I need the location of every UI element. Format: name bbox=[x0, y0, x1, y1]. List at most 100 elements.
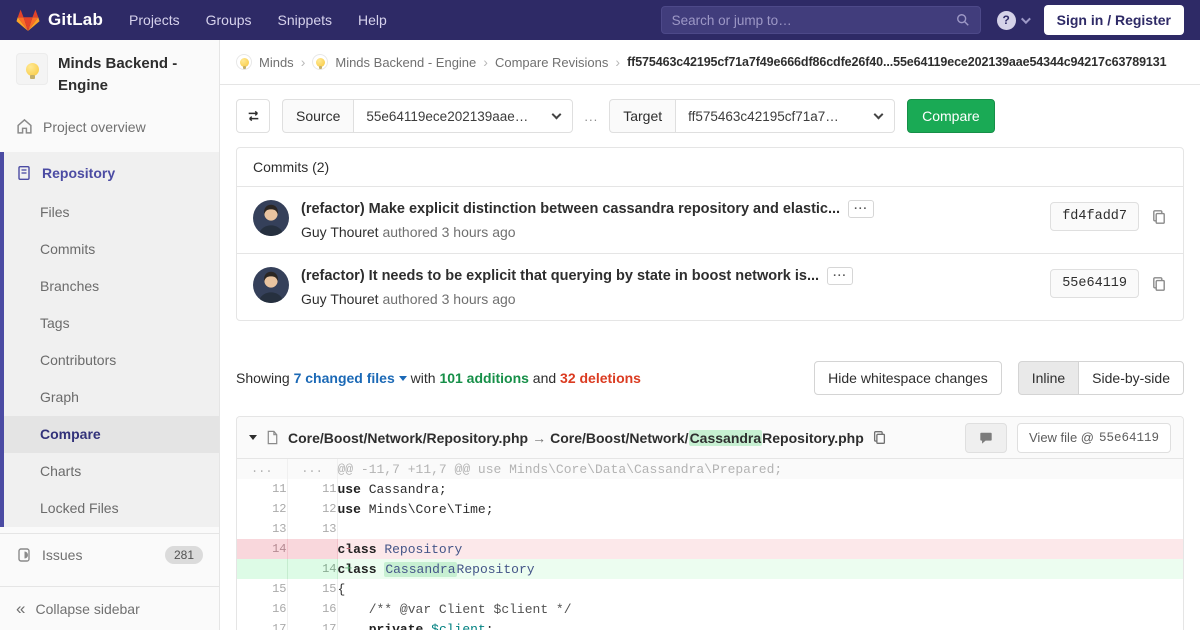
collapse-sidebar-button[interactable]: « Collapse sidebar bbox=[0, 586, 219, 630]
avatar bbox=[253, 200, 289, 236]
sidebar-item-project-overview[interactable]: Project overview bbox=[0, 107, 219, 147]
collapse-diff-caret-icon[interactable] bbox=[249, 435, 257, 440]
nav-help[interactable]: Help bbox=[358, 12, 387, 28]
source-label: Source bbox=[282, 99, 354, 133]
nav-projects[interactable]: Projects bbox=[129, 12, 180, 28]
sidebar-item-tags[interactable]: Tags bbox=[4, 305, 219, 342]
target-group: Target ff575463c42195cf71a7… bbox=[609, 99, 896, 133]
search-input[interactable] bbox=[671, 12, 956, 28]
comment-bubble-icon bbox=[980, 432, 992, 444]
user-photo bbox=[253, 200, 289, 236]
new-line-number[interactable]: 16 bbox=[287, 599, 338, 619]
diff-hunk-row: ... ... @@ -11,7 +11,7 @@ use Minds\Core… bbox=[237, 459, 1183, 479]
breadcrumb: Minds › Minds Backend - Engine › Compare… bbox=[220, 40, 1200, 85]
changed-files-dropdown[interactable]: 7 changed files bbox=[294, 370, 395, 386]
diff-line: 11 11 use Cassandra; bbox=[237, 479, 1183, 499]
breadcrumb-separator: › bbox=[300, 54, 306, 70]
diff-view-toggle: Inline Side-by-side bbox=[1017, 361, 1184, 395]
file-icon bbox=[267, 430, 278, 445]
sidebar-item-compare[interactable]: Compare bbox=[4, 415, 219, 453]
new-line-number[interactable]: 15 bbox=[287, 579, 338, 599]
source-ref-dropdown[interactable]: 55e64119ece202139aae… bbox=[353, 99, 574, 133]
copy-sha-button[interactable] bbox=[1151, 276, 1167, 292]
diff-code-table: ... ... @@ -11,7 +11,7 @@ use Minds\Core… bbox=[237, 459, 1183, 630]
sidebar-item-branches[interactable]: Branches bbox=[4, 268, 219, 305]
and-label: and bbox=[532, 370, 557, 386]
commit-sha-label[interactable]: fd4fadd7 bbox=[1050, 202, 1139, 231]
sidebar-item-commits[interactable]: Commits bbox=[4, 231, 219, 268]
old-line-number[interactable]: 14 bbox=[237, 539, 288, 559]
old-line-number[interactable]: 12 bbox=[237, 499, 288, 519]
new-line-number[interactable]: 12 bbox=[287, 499, 338, 519]
toggle-comments-button[interactable] bbox=[965, 422, 1007, 453]
sidebar-item-repository[interactable]: Repository bbox=[4, 152, 219, 194]
global-search[interactable] bbox=[660, 6, 981, 34]
help-dropdown[interactable]: ? bbox=[996, 10, 1031, 30]
new-line-number[interactable]: ... bbox=[287, 459, 338, 479]
gitlab-wordmark: GitLab bbox=[48, 10, 104, 29]
commit-title-link[interactable]: (refactor) Make explicit distinction bet… bbox=[301, 201, 840, 217]
file-diff-header: Core/Boost/Network/Repository.php → Core/B… bbox=[237, 417, 1183, 459]
new-line-number[interactable] bbox=[287, 539, 338, 559]
swap-revisions-button[interactable] bbox=[236, 99, 270, 133]
hide-whitespace-button[interactable]: Hide whitespace changes bbox=[814, 361, 1002, 395]
breadcrumb-page[interactable]: Compare Revisions bbox=[495, 55, 608, 70]
old-line-number[interactable]: 16 bbox=[237, 599, 288, 619]
sidebar-item-graph[interactable]: Graph bbox=[4, 379, 219, 416]
with-label: with bbox=[410, 370, 436, 386]
commit-author-link[interactable]: Guy Thouret bbox=[301, 224, 379, 240]
copy-sha-button[interactable] bbox=[1151, 209, 1167, 225]
new-line-number[interactable]: 11 bbox=[287, 479, 338, 499]
sidebar-item-contributors[interactable]: Contributors bbox=[4, 342, 219, 379]
old-line-number[interactable]: 15 bbox=[237, 579, 288, 599]
caret-down-icon bbox=[398, 375, 407, 381]
target-ref-dropdown[interactable]: ff575463c42195cf71a7… bbox=[675, 99, 896, 133]
commit-author-link[interactable]: Guy Thouret bbox=[301, 291, 379, 307]
inline-view-button[interactable]: Inline bbox=[1017, 361, 1080, 395]
old-line-number[interactable]: 13 bbox=[237, 519, 288, 539]
breadcrumb-project[interactable]: Minds Backend - Engine bbox=[335, 55, 476, 70]
sign-in-button[interactable]: Sign in / Register bbox=[1043, 5, 1184, 35]
new-line-number[interactable]: 13 bbox=[287, 519, 338, 539]
gitlab-logo[interactable]: GitLab bbox=[16, 9, 103, 32]
old-line-number[interactable]: 11 bbox=[237, 479, 288, 499]
breadcrumb-separator: › bbox=[615, 54, 621, 70]
old-line-number[interactable]: ... bbox=[237, 459, 288, 479]
code-line: /** @var Client $client */ bbox=[337, 601, 572, 617]
nav-groups[interactable]: Groups bbox=[206, 12, 252, 28]
old-line-number[interactable]: 17 bbox=[237, 619, 288, 630]
view-file-button[interactable]: View file @ 55e64119 bbox=[1017, 422, 1171, 453]
chevron-down-icon bbox=[1020, 13, 1031, 24]
compare-button[interactable]: Compare bbox=[907, 99, 995, 133]
diff-line-removed: 14 - class Repository bbox=[237, 539, 1183, 559]
side-by-side-view-button[interactable]: Side-by-side bbox=[1078, 361, 1184, 395]
chevron-down-icon bbox=[551, 109, 562, 120]
swap-arrows-icon bbox=[248, 110, 258, 122]
collapse-icon: « bbox=[16, 598, 26, 618]
sidebar-item-issues[interactable]: Issues 281 bbox=[0, 534, 219, 576]
sidebar-project-link[interactable]: Minds Backend - Engine bbox=[0, 40, 219, 107]
commit-expand-button[interactable]: ··· bbox=[827, 267, 854, 285]
lightbulb-icon bbox=[315, 57, 325, 69]
form-separator: ... bbox=[584, 108, 599, 124]
new-line-number[interactable]: 17 bbox=[287, 619, 338, 630]
old-line-number[interactable] bbox=[237, 559, 288, 579]
issues-count-badge: 281 bbox=[164, 545, 203, 564]
sidebar-item-locked-files[interactable]: Locked Files bbox=[4, 490, 219, 527]
copy-icon bbox=[1153, 276, 1165, 291]
copy-path-button[interactable] bbox=[872, 430, 887, 445]
breadcrumb-separator: › bbox=[483, 54, 488, 70]
commit-title-link[interactable]: (refactor) It needs to be explicit that … bbox=[301, 268, 819, 284]
commit-main: (refactor) It needs to be explicit that … bbox=[301, 267, 1038, 307]
code-line: use Cassandra; bbox=[337, 481, 447, 497]
source-group: Source 55e64119ece202139aae… bbox=[282, 99, 574, 133]
breadcrumb-group[interactable]: Minds bbox=[259, 55, 294, 70]
commit-sha-label[interactable]: 55e64119 bbox=[1050, 269, 1139, 298]
diff-summary-row: Showing 7 changed files with 101 additio… bbox=[236, 361, 1184, 395]
commit-expand-button[interactable]: ··· bbox=[848, 200, 875, 218]
code-line: { bbox=[337, 581, 346, 597]
sidebar-item-files[interactable]: Files bbox=[4, 194, 219, 231]
sidebar-item-charts[interactable]: Charts bbox=[4, 453, 219, 490]
new-line-number[interactable]: 14 bbox=[287, 559, 338, 579]
nav-snippets[interactable]: Snippets bbox=[278, 12, 332, 28]
